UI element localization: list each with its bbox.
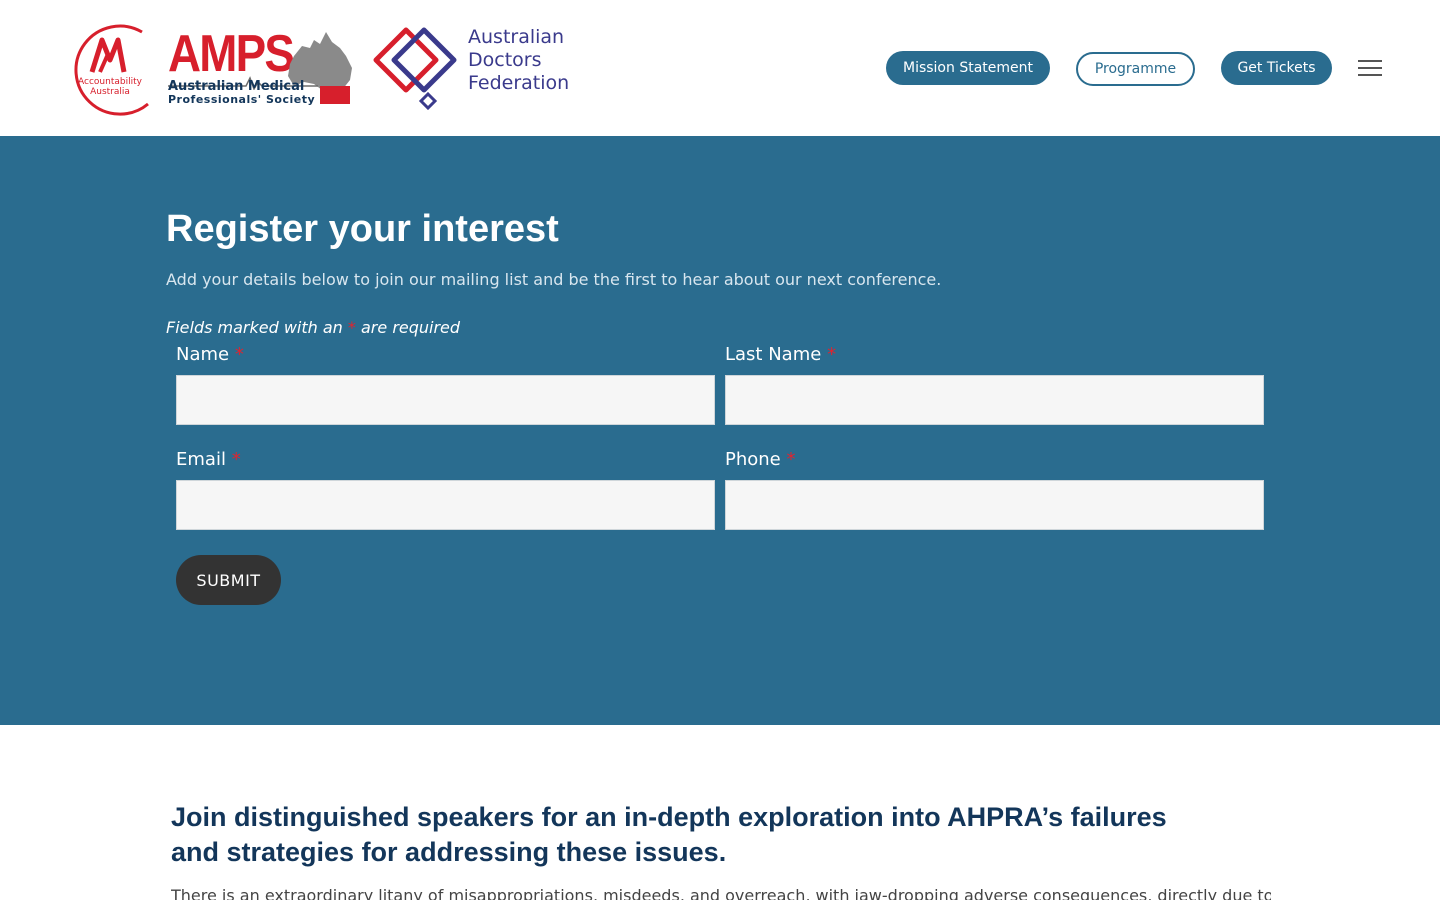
required-fields-note: Fields marked with an * are required xyxy=(166,318,460,337)
last-name-label: Last Name * xyxy=(725,344,836,365)
email-label: Email * xyxy=(176,449,241,470)
amps-logo-line1: Australian Medical xyxy=(168,79,305,94)
nav-programme-button[interactable]: Programme xyxy=(1076,52,1195,86)
email-required-star: * xyxy=(231,449,241,470)
name-label-text: Name xyxy=(176,344,230,365)
accountability-logo-mark-icon xyxy=(74,24,149,116)
accountability-australia-logo[interactable]: Accountability Australia xyxy=(62,20,152,116)
nav-get-tickets-button[interactable]: Get Tickets xyxy=(1221,51,1332,85)
nav-mission-statement-button[interactable]: Mission Statement xyxy=(886,51,1050,85)
phone-input[interactable] xyxy=(725,480,1264,530)
adf-logo-line1: Australian xyxy=(468,26,565,48)
required-star: * xyxy=(347,318,356,337)
register-intro: Add your details below to join our maili… xyxy=(166,270,942,289)
last-name-required-star: * xyxy=(827,344,837,365)
speakers-body: There is an extraordinary litany of misa… xyxy=(171,886,1271,900)
required-note-suffix: are required xyxy=(361,318,461,337)
register-title: Register your interest xyxy=(166,208,559,250)
email-input[interactable] xyxy=(176,480,715,530)
speakers-heading: Join distinguished speakers for an in-de… xyxy=(171,802,1167,867)
amps-logo-line2: Professionals' Society xyxy=(168,93,316,106)
site-header: Accountability Australia AMPS Australian… xyxy=(0,0,1440,136)
name-label: Name * xyxy=(176,344,244,365)
adf-logo-line3: Federation xyxy=(468,72,570,94)
name-required-star: * xyxy=(234,344,244,365)
accountability-logo-line2: Australia xyxy=(90,87,130,97)
submit-button[interactable]: SUBMIT xyxy=(176,555,281,605)
accountability-logo-line1: Accountability xyxy=(78,77,142,87)
required-note-prefix: Fields marked with an xyxy=(166,318,343,337)
last-name-input[interactable] xyxy=(725,375,1264,425)
hamburger-icon[interactable] xyxy=(1358,58,1384,80)
email-label-text: Email xyxy=(176,449,226,470)
phone-label: Phone * xyxy=(725,449,796,470)
phone-label-text: Phone xyxy=(725,449,781,470)
amps-logo[interactable]: AMPS Australian Medical Professionals' S… xyxy=(168,25,356,108)
last-name-label-text: Last Name xyxy=(725,344,822,365)
australian-doctors-federation-logo[interactable]: Australian Doctors Federation xyxy=(372,24,572,111)
phone-required-star: * xyxy=(786,449,796,470)
adf-diamond-mark-icon xyxy=(373,27,457,111)
name-input[interactable] xyxy=(176,375,715,425)
register-interest-section: Register your interest Add your details … xyxy=(0,136,1440,725)
amps-logo-wordmark: AMPS xyxy=(168,25,295,83)
adf-logo-line2: Doctors xyxy=(468,49,542,71)
